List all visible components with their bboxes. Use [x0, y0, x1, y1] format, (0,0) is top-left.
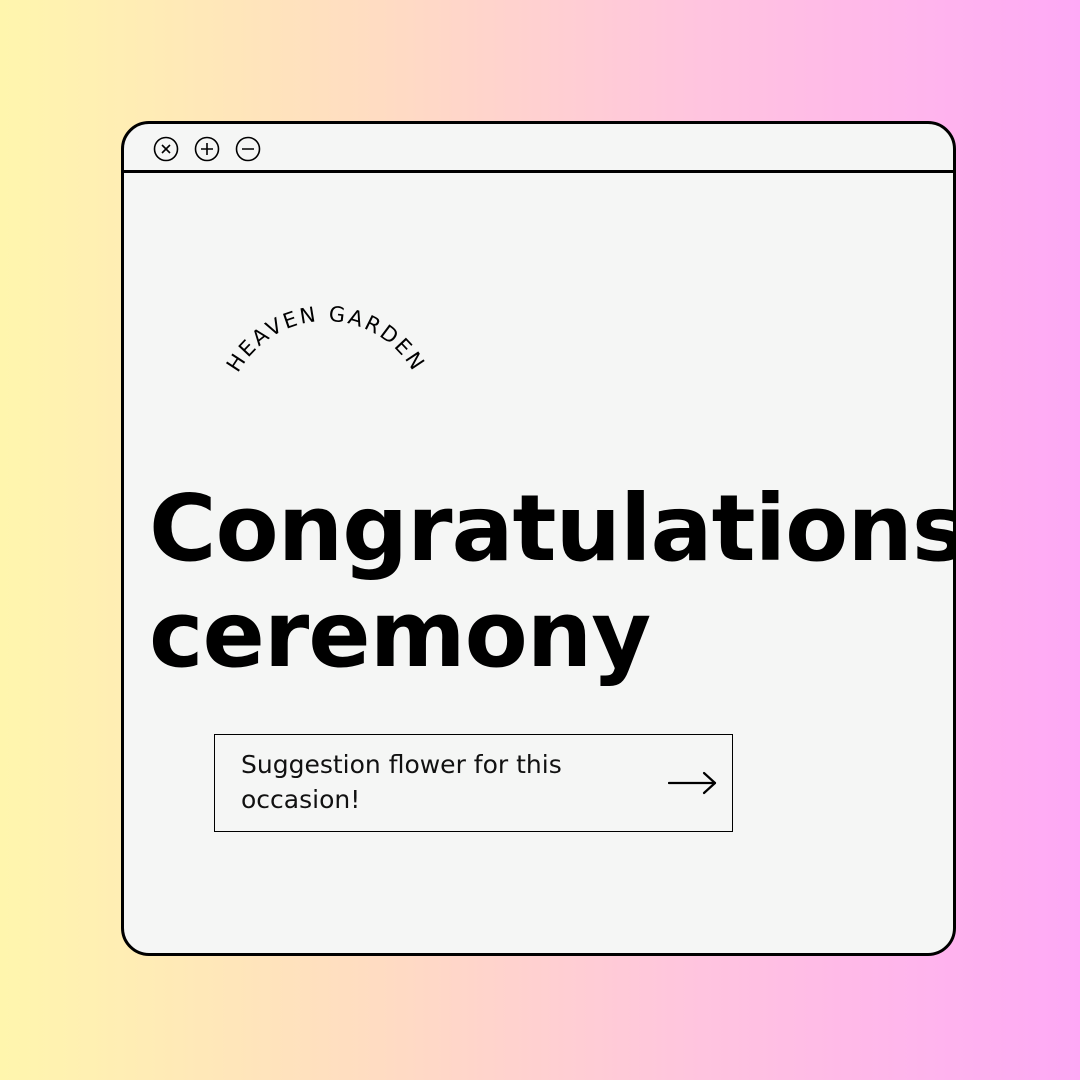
- brand-name-path: HEAVEN GARDEN: [222, 302, 428, 376]
- close-icon: [153, 136, 179, 162]
- minimize-button[interactable]: [235, 136, 261, 162]
- maximize-button[interactable]: [194, 136, 220, 162]
- title-bar: [124, 124, 953, 173]
- close-button[interactable]: [153, 136, 179, 162]
- app-window: HEAVEN GARDEN Congratulations ceremony S…: [121, 121, 956, 956]
- page-title: Congratulations ceremony: [149, 475, 956, 688]
- title-line-2: ceremony: [149, 581, 651, 688]
- plus-icon: [194, 136, 220, 162]
- brand-logo: HEAVEN GARDEN: [216, 299, 536, 409]
- minus-icon: [235, 136, 261, 162]
- arrow-right-icon: [668, 771, 718, 795]
- suggestion-label: Suggestion flower for this occasion!: [241, 750, 562, 814]
- brand-name: HEAVEN GARDEN: [222, 302, 430, 376]
- title-line-1: Congratulations: [149, 475, 956, 582]
- suggestion-button[interactable]: Suggestion flower for this occasion!: [214, 734, 733, 832]
